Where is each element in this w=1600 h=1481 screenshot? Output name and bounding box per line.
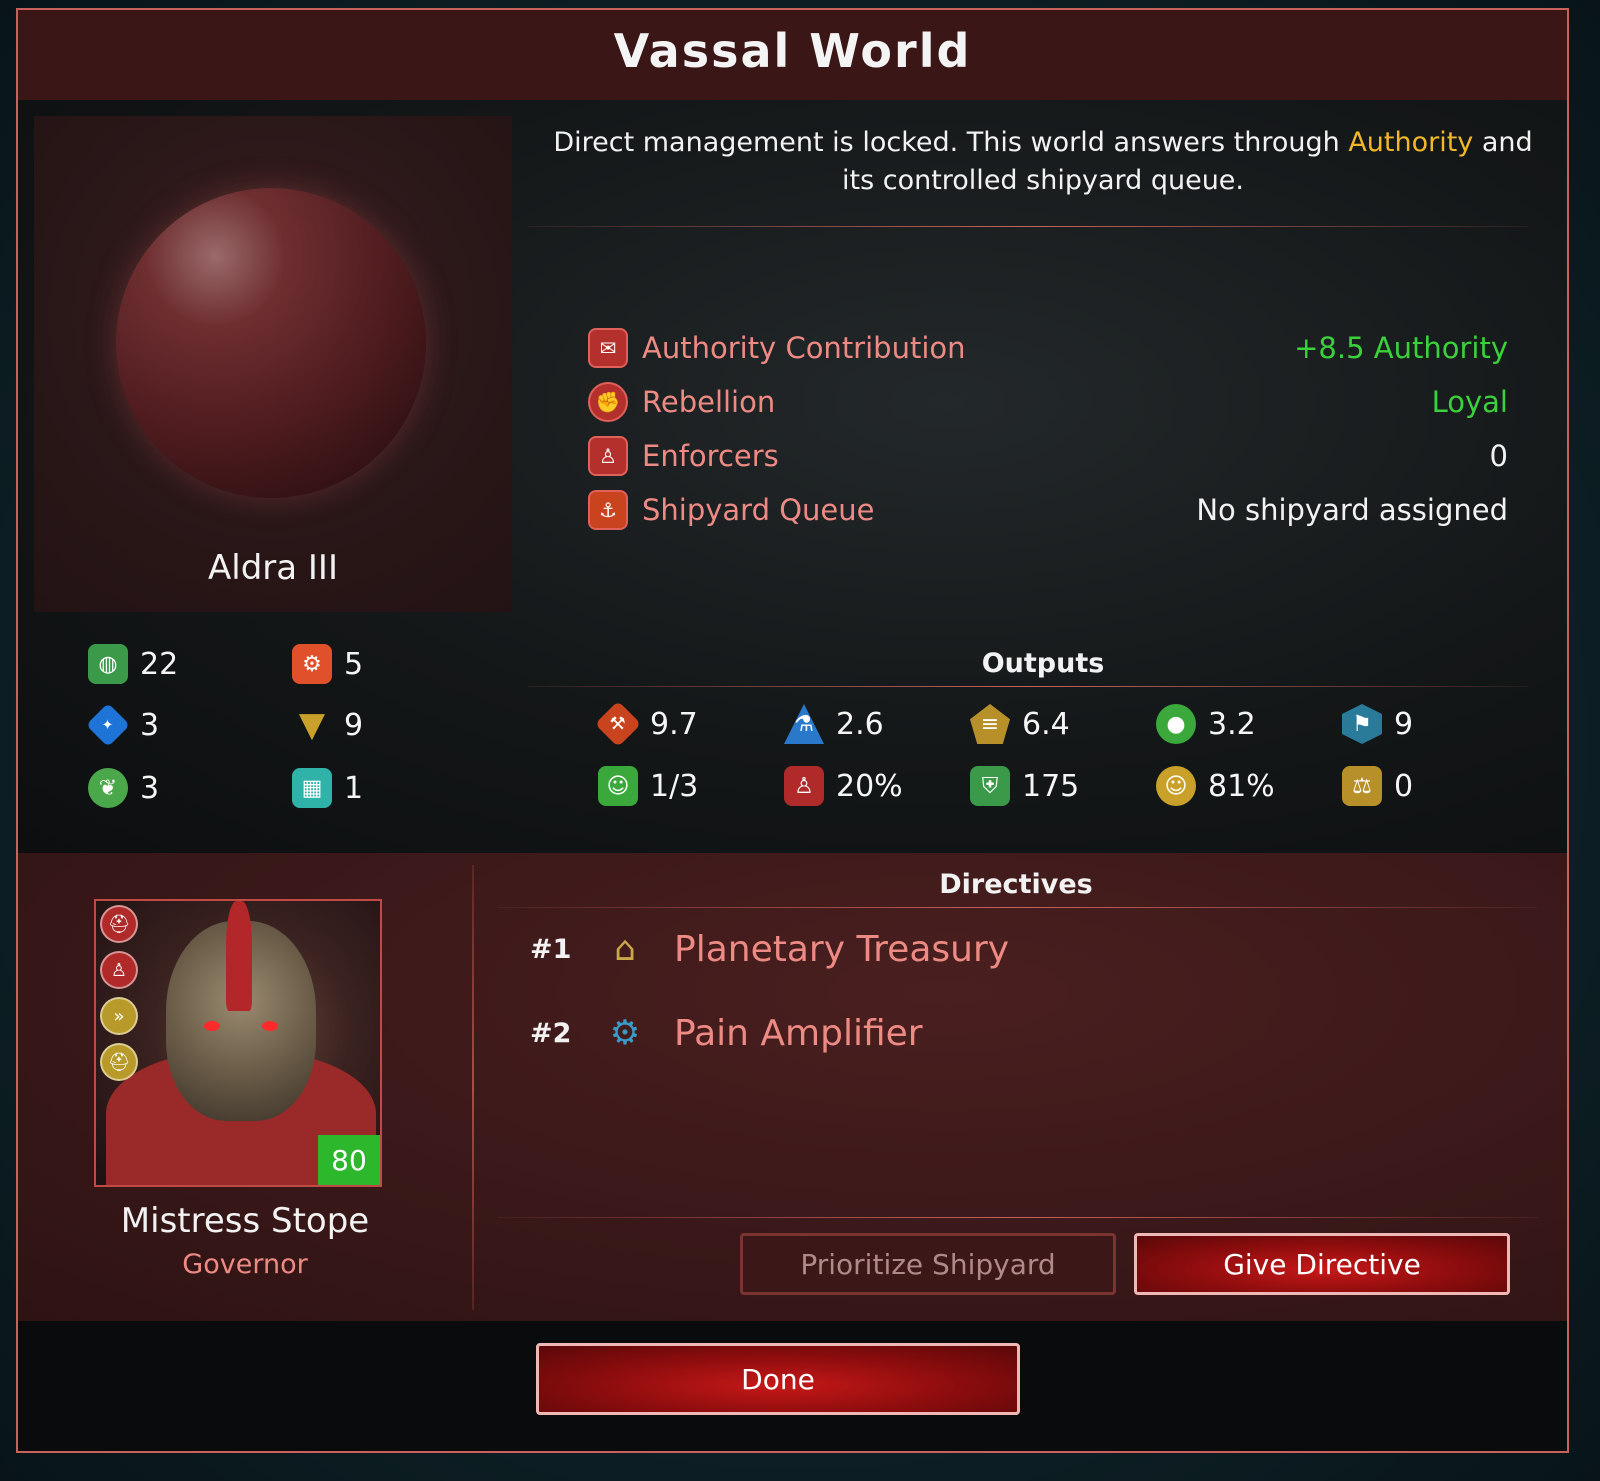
- influence-flag-icon: ⚑: [1342, 704, 1382, 744]
- figure-trait-icon[interactable]: ♙: [100, 951, 138, 989]
- science-flask-icon: ⚗: [784, 704, 824, 744]
- directive-rank: #2: [530, 1017, 572, 1049]
- directive-item[interactable]: #2 ⚙ Pain Amplifier: [530, 1007, 923, 1059]
- output-justice: ⚖ 0: [1342, 766, 1413, 806]
- building-icon: ▦: [292, 768, 332, 808]
- planet-icon: ◍: [88, 644, 128, 684]
- directive-item[interactable]: #1 ⌂ Planetary Treasury: [530, 923, 1009, 975]
- enforcer-icon: ♙: [588, 436, 628, 476]
- give-directive-button[interactable]: Give Directive: [1134, 1233, 1510, 1295]
- resource-buildings: ▦ 1: [292, 768, 363, 808]
- gear-icon: ⚙: [292, 644, 332, 684]
- dialog-title: Vassal World: [613, 24, 972, 78]
- population-icon: ☺: [598, 766, 638, 806]
- shield-icon: ⛨: [970, 766, 1010, 806]
- resource-biology: ❦ 3: [88, 768, 159, 808]
- done-button[interactable]: Done: [536, 1343, 1020, 1415]
- output-unrest: ♙ 20%: [784, 766, 903, 806]
- approval-face-icon: ☺: [1156, 766, 1196, 806]
- justice-scales-icon: ⚖: [1342, 766, 1382, 806]
- pain-amplifier-device-icon: ⚙: [609, 1013, 641, 1053]
- stat-enforcers: ♙ Enforcers 0: [588, 434, 1508, 478]
- output-population: ☺ 1/3: [598, 766, 698, 806]
- stat-shipyard-queue: ⚓ Shipyard Queue No shipyard assigned: [588, 488, 1508, 532]
- authority-highlight: Authority: [1348, 127, 1474, 158]
- divider: [472, 865, 474, 1310]
- vassal-world-dialog: Vassal World Aldra III ◍ 22 ⚙ 5 ✦ 3 ▼ 9: [16, 8, 1569, 1453]
- planet-card: Aldra III: [34, 116, 512, 612]
- governor-eye: [204, 1021, 220, 1031]
- credits-icon: ≡: [970, 704, 1010, 744]
- governor-eye: [262, 1021, 278, 1031]
- unrest-icon: ♙: [784, 766, 824, 806]
- hammer-icon: ⚒: [594, 700, 642, 748]
- speed-chevrons-trait-icon[interactable]: »: [100, 997, 138, 1035]
- divider: [528, 226, 1528, 227]
- stat-authority-contribution: ✉ Authority Contribution +8.5 Authority: [588, 326, 1508, 370]
- output-food: ● 3.2: [1156, 704, 1256, 744]
- output-defense: ⛨ 175: [970, 766, 1079, 806]
- resource-crystal: ✦ 3: [85, 702, 159, 748]
- governance-panel: ⛑ ♙ » ⛑ 80 Mistress Stope Governor Direc…: [18, 853, 1567, 1321]
- stat-rebellion: ✊ Rebellion Loyal: [588, 380, 1508, 424]
- output-approval: ☺ 81%: [1156, 766, 1275, 806]
- authority-icon: ✉: [588, 328, 628, 368]
- output-production: ⚒ 9.7: [594, 700, 698, 748]
- fist-icon: ✊: [588, 382, 628, 422]
- divider: [498, 1217, 1538, 1218]
- resource-industry: ⚙ 5: [292, 644, 363, 684]
- divider: [498, 907, 1538, 908]
- governor-portrait[interactable]: ⛑ ♙ » ⛑ 80: [94, 899, 382, 1187]
- shipyard-icon: ⚓: [588, 490, 628, 530]
- helmet-trait-icon[interactable]: ⛑: [100, 905, 138, 943]
- governor-name: Mistress Stope: [120, 1201, 370, 1241]
- outputs-title: Outputs: [981, 648, 1105, 679]
- directives-title: Directives: [939, 869, 1093, 900]
- crystal-icon: ✦: [85, 702, 131, 748]
- output-science: ⚗ 2.6: [784, 704, 884, 744]
- diamond-icon: ▼: [298, 705, 326, 745]
- vassal-description: Direct management is locked. This world …: [553, 127, 1533, 196]
- resource-planet-size: ◍ 22: [88, 644, 178, 684]
- helmet-gold-trait-icon[interactable]: ⛑: [100, 1043, 138, 1081]
- directive-rank: #1: [530, 933, 572, 965]
- output-influence: ⚑ 9: [1342, 704, 1413, 744]
- divider: [528, 686, 1528, 687]
- governor-level-badge: 80: [318, 1135, 380, 1185]
- title-bar: Vassal World: [18, 10, 1567, 101]
- directive-label: Pain Amplifier: [674, 1012, 923, 1054]
- planet-image: [116, 188, 426, 498]
- output-credits: ≡ 6.4: [970, 704, 1070, 744]
- planet-name: Aldra III: [208, 548, 338, 588]
- prioritize-shipyard-button[interactable]: Prioritize Shipyard: [740, 1233, 1116, 1295]
- treasury-building-icon: ⌂: [614, 929, 636, 969]
- resource-gems: ▼ 9: [292, 705, 363, 745]
- food-apple-icon: ●: [1156, 704, 1196, 744]
- governor-crest: [226, 901, 252, 1011]
- planet-overview: Aldra III ◍ 22 ⚙ 5 ✦ 3 ▼ 9 ❦ 3 ▦ 1 Direc…: [18, 100, 1567, 853]
- directive-label: Planetary Treasury: [674, 928, 1010, 970]
- leaf-icon: ❦: [88, 768, 128, 808]
- governor-role: Governor: [182, 1249, 308, 1280]
- dialog-footer: Done: [18, 1321, 1567, 1451]
